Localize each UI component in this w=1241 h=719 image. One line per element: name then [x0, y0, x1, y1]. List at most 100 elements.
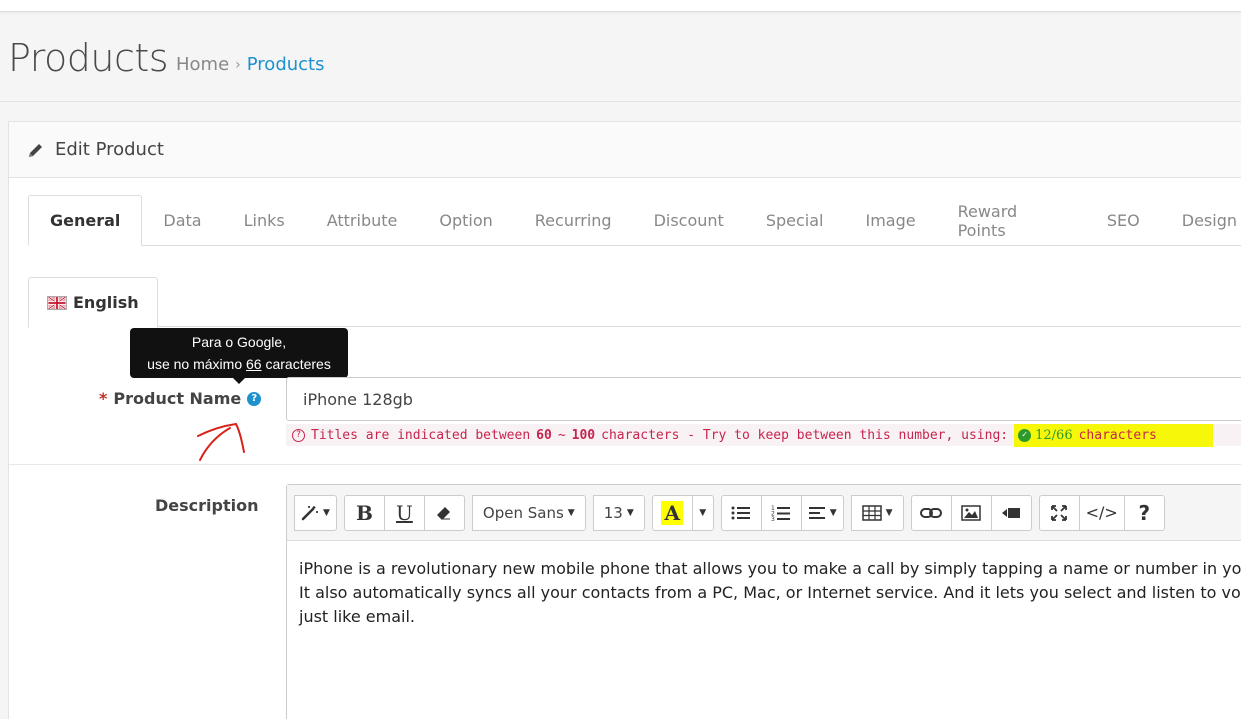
- description-line: iPhone is a revolutionary new mobile pho…: [299, 559, 1241, 578]
- tab-option[interactable]: Option: [418, 195, 513, 246]
- pencil-icon: [29, 143, 42, 157]
- font-color-button[interactable]: A: [651, 494, 693, 531]
- product-tabs: General Data Links Attribute Option Recu…: [28, 195, 1241, 246]
- product-name-label: Product Name: [113, 389, 242, 408]
- breadcrumb-home[interactable]: Home: [176, 54, 229, 75]
- hint-min: 60: [536, 427, 552, 443]
- tab-image[interactable]: Image: [844, 195, 936, 246]
- tab-discount[interactable]: Discount: [633, 195, 745, 246]
- panel-title: Edit Product: [55, 139, 164, 160]
- description-line: It also automatically syncs all your con…: [299, 583, 1241, 602]
- chevron-down-icon: ▼: [626, 507, 634, 518]
- breadcrumb-separator-icon: ›: [235, 56, 241, 73]
- font-size-value: 13: [603, 503, 623, 522]
- hint-range-sep: ~: [557, 427, 566, 443]
- description-label: Description: [155, 496, 259, 515]
- tab-design[interactable]: Design: [1161, 195, 1241, 246]
- page-header: Products Home › Products: [0, 12, 1241, 102]
- tab-language-english[interactable]: English: [28, 277, 158, 328]
- unordered-list-button[interactable]: [720, 494, 762, 531]
- editor-toolbar: ▼ B U Open Sans ▼ 13 ▼ A ▼ 1 2 3 ▼ ▼ </>…: [287, 485, 1241, 541]
- page-title: Products: [8, 36, 169, 80]
- tab-general[interactable]: General: [28, 195, 143, 246]
- fullscreen-button[interactable]: [1038, 494, 1080, 531]
- font-size-group: 13 ▼: [592, 494, 645, 531]
- annotation-arrow-drawing: [197, 422, 245, 461]
- description-content[interactable]: iPhone is a revolutionary new mobile pho…: [287, 541, 1241, 645]
- font-family-group: Open Sans ▼: [471, 494, 586, 531]
- tooltip-line-1: Para o Google,: [191, 334, 287, 350]
- help-icon: ?: [1138, 500, 1151, 525]
- tab-reward-points[interactable]: Reward Points: [937, 195, 1086, 246]
- font-family-select[interactable]: Open Sans ▼: [471, 494, 586, 531]
- align-button[interactable]: ▼: [800, 494, 844, 531]
- language-label: English: [73, 293, 139, 312]
- align-icon: [808, 506, 825, 519]
- fullscreen-icon: [1051, 504, 1067, 521]
- chevron-down-icon: ▼: [829, 507, 837, 518]
- unordered-list-icon: [731, 506, 751, 519]
- code-view-icon: </>: [1085, 503, 1118, 522]
- underline-button[interactable]: U: [383, 494, 425, 531]
- eraser-button[interactable]: [423, 494, 465, 531]
- help-button[interactable]: ?: [1123, 494, 1165, 531]
- magic-icon: [301, 505, 318, 520]
- insert-group: [910, 494, 1032, 531]
- tab-data[interactable]: Data: [142, 195, 222, 246]
- picture-icon: [961, 504, 981, 521]
- underline-icon: U: [395, 500, 413, 525]
- video-button[interactable]: [990, 494, 1032, 531]
- description-label-row: Description: [155, 496, 258, 515]
- product-name-tooltip: Para o Google, use no máximo 66 caracter…: [130, 328, 348, 384]
- description-line: just like email.: [299, 607, 416, 626]
- breadcrumb: Home › Products: [176, 54, 325, 75]
- tooltip-max-number: 66: [246, 356, 262, 372]
- product-name-input[interactable]: [286, 377, 1241, 421]
- hint-max: 100: [571, 427, 596, 443]
- eraser-icon: [437, 506, 451, 519]
- color-group: A ▼: [651, 494, 714, 531]
- question-circle-icon[interactable]: ?: [247, 391, 262, 406]
- breadcrumb-products[interactable]: Products: [247, 54, 325, 75]
- font-color-icon: A: [661, 500, 683, 525]
- table-icon: [861, 504, 882, 521]
- character-count: 12/66: [1035, 427, 1073, 443]
- panel-heading: Edit Product: [9, 122, 1241, 178]
- chevron-down-icon: ▼: [885, 507, 893, 518]
- top-navbar: [0, 0, 1241, 12]
- tab-special[interactable]: Special: [745, 195, 845, 246]
- table-button[interactable]: ▼: [850, 494, 904, 531]
- ordered-list-icon: 123: [771, 505, 791, 522]
- view-group: </> ?: [1038, 494, 1165, 531]
- title-length-hint: ? Titles are indicated between 60 ~ 100 …: [286, 423, 1241, 447]
- uk-flag-icon: [47, 295, 67, 310]
- tooltip-suffix: caracteres: [265, 356, 331, 372]
- table-group: ▼: [850, 494, 904, 531]
- magic-button[interactable]: ▼: [294, 494, 337, 531]
- ordered-list-button[interactable]: 123: [760, 494, 802, 531]
- question-circle-outline-icon: ?: [292, 428, 305, 442]
- picture-button[interactable]: [950, 494, 992, 531]
- color-dropdown-button[interactable]: ▼: [691, 494, 714, 531]
- code-view-button[interactable]: </>: [1078, 494, 1125, 531]
- svg-text:3: 3: [771, 516, 775, 522]
- language-tabs: English: [28, 277, 1241, 328]
- form-divider: [9, 464, 1241, 465]
- tooltip-prefix: use no máximo: [147, 356, 243, 372]
- required-asterisk: *: [99, 389, 108, 408]
- tab-recurring[interactable]: Recurring: [514, 195, 633, 246]
- chevron-down-icon: ▼: [567, 507, 575, 518]
- style-group: ▼: [294, 494, 337, 531]
- tab-seo[interactable]: SEO: [1086, 195, 1161, 246]
- tab-links[interactable]: Links: [223, 195, 306, 246]
- chevron-down-icon: ▼: [699, 507, 707, 518]
- tab-attribute[interactable]: Attribute: [306, 195, 419, 246]
- link-icon: [920, 507, 943, 518]
- bold-button[interactable]: B: [343, 494, 385, 531]
- link-button[interactable]: [910, 494, 952, 531]
- description-editor: ▼ B U Open Sans ▼ 13 ▼ A ▼ 1 2 3 ▼ ▼ </>…: [286, 484, 1241, 719]
- font-size-select[interactable]: 13 ▼: [592, 494, 645, 531]
- tooltip-arrow: [233, 378, 245, 384]
- check-circle-icon: ✓: [1018, 428, 1032, 442]
- product-name-label-row: * Product Name ?: [99, 389, 262, 408]
